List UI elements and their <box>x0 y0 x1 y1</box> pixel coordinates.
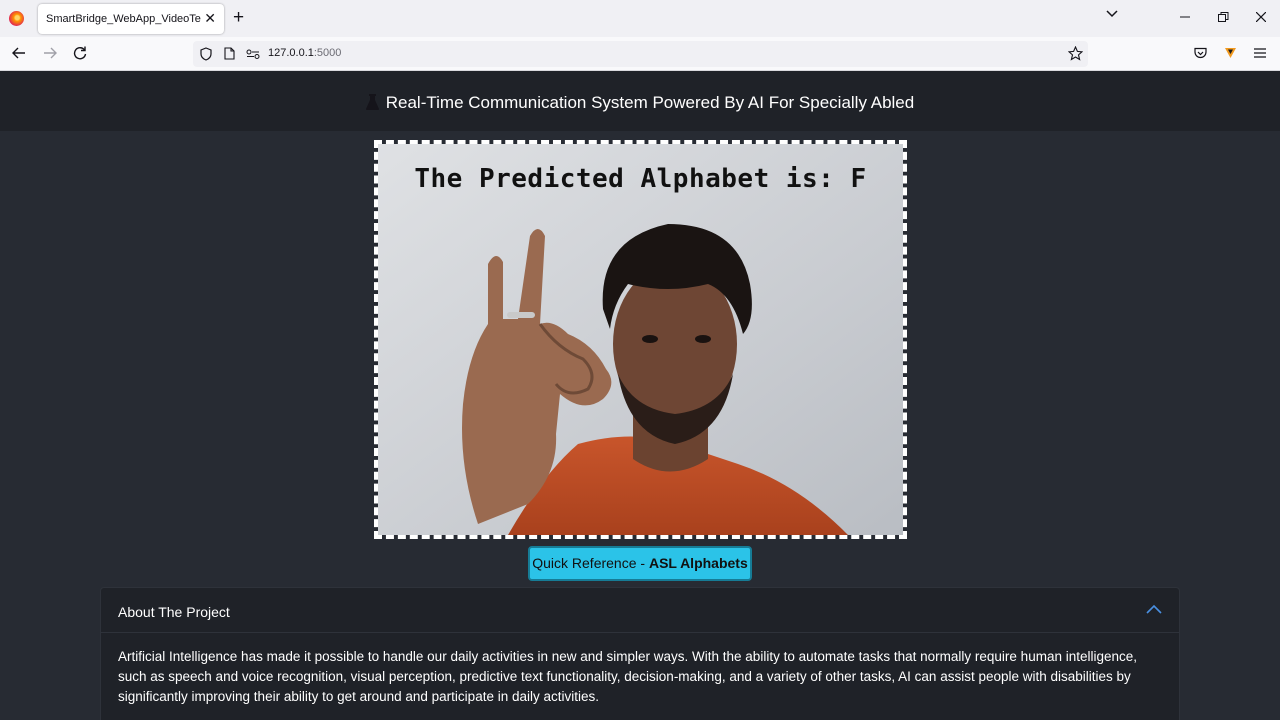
about-body: Artificial Intelligence has made it poss… <box>118 649 1138 704</box>
list-tabs-icon[interactable] <box>1106 10 1118 18</box>
url-port: :5000 <box>313 47 342 59</box>
page-icon <box>224 47 235 60</box>
flask-icon <box>365 94 379 110</box>
permissions-icon[interactable] <box>246 49 260 59</box>
quick-reference-emphasis: ASL Alphabets <box>648 555 748 571</box>
reload-icon[interactable] <box>73 46 87 60</box>
page-title-row: Real-Time Communication System Powered B… <box>0 93 1280 113</box>
about-title: About The Project <box>118 604 230 620</box>
chevron-up-icon[interactable] <box>1146 603 1162 615</box>
forward-icon[interactable] <box>43 47 57 59</box>
bookmark-star-icon[interactable] <box>1068 46 1083 61</box>
about-accordion-header[interactable]: About The Project <box>101 588 1179 633</box>
menu-icon[interactable] <box>1254 48 1266 58</box>
tab-close-icon[interactable]: ✕ <box>204 10 216 26</box>
page-title: Real-Time Communication System Powered B… <box>385 93 915 112</box>
tracking-shield-icon[interactable] <box>200 47 212 61</box>
close-window-icon[interactable] <box>1256 12 1266 22</box>
url-bar[interactable]: 127.0.0.1:5000 <box>193 41 1088 67</box>
about-accordion: About The Project Artificial Intelligenc… <box>100 587 1180 720</box>
new-tab-icon[interactable]: + <box>233 8 244 28</box>
quick-reference-prefix: Quick Reference - <box>532 555 649 571</box>
url-text: 127.0.0.1:5000 <box>268 47 341 59</box>
tab-title: SmartBridge_WebApp_VideoTemplate <box>46 13 201 25</box>
video-feed: The Predicted Alphabet is: F <box>374 140 907 539</box>
url-host: 127.0.0.1 <box>268 47 314 59</box>
back-icon[interactable] <box>12 47 26 59</box>
firefox-logo-icon <box>9 11 24 26</box>
pocket-icon[interactable] <box>1194 47 1207 59</box>
browser-tab-bar: SmartBridge_WebApp_VideoTemplate ✕ + <box>0 0 1280 37</box>
browser-nav-bar: 127.0.0.1:5000 <box>0 37 1280 71</box>
webcam-image <box>378 144 903 535</box>
page-header: Real-Time Communication System Powered B… <box>0 71 1280 131</box>
browser-tab[interactable]: SmartBridge_WebApp_VideoTemplate ✕ <box>38 4 224 34</box>
minimize-icon[interactable] <box>1180 12 1190 22</box>
prediction-overlay-text: The Predicted Alphabet is: F <box>414 164 867 194</box>
extension-icon[interactable] <box>1224 47 1237 59</box>
quick-reference-button[interactable]: Quick Reference - ASL Alphabets <box>528 546 752 581</box>
restore-icon[interactable] <box>1218 12 1229 23</box>
